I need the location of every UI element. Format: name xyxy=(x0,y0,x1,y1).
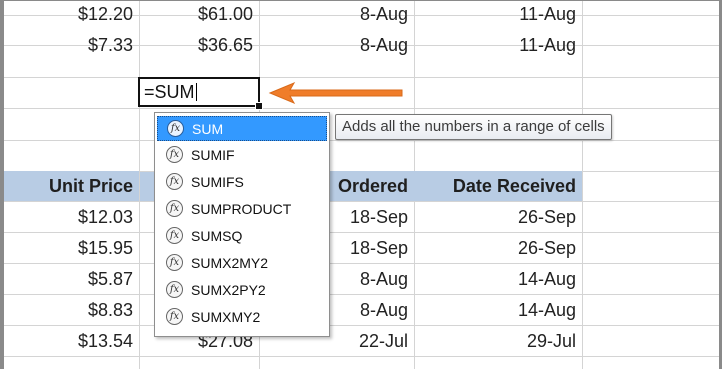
window-frame xyxy=(0,0,722,369)
